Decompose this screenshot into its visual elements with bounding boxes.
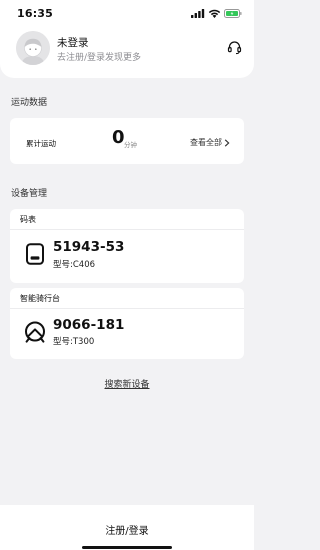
profile-card[interactable]: 未登录 去注册/登录发现更多 bbox=[0, 22, 254, 78]
sport-total-unit: 分钟 bbox=[124, 141, 137, 149]
device-model: 型号:C406 bbox=[53, 260, 96, 270]
cellular-signal-icon bbox=[191, 8, 205, 18]
devices-section-title: 设备管理 bbox=[11, 189, 48, 199]
device-type-label: 智能骑行台 bbox=[20, 294, 60, 303]
battery-icon bbox=[224, 8, 242, 18]
device-model: 型号:T300 bbox=[53, 337, 95, 347]
wifi-icon bbox=[208, 9, 221, 18]
profile-name[interactable]: 未登录 bbox=[57, 35, 89, 50]
sport-total-label: 累计运动 bbox=[26, 139, 56, 148]
register-login-button[interactable]: 注册/登录 bbox=[0, 522, 254, 537]
search-new-device-link[interactable]: 搜索新设备 bbox=[0, 377, 254, 390]
bottom-bar[interactable]: 注册/登录 bbox=[0, 505, 254, 550]
profile-subtitle[interactable]: 去注册/登录发现更多 bbox=[57, 50, 141, 63]
status-bar: 16:35 bbox=[0, 0, 254, 22]
sport-section-title: 运动数据 bbox=[11, 98, 48, 108]
device-card[interactable]: 智能骑行台 9066-181 型号:T300 bbox=[10, 288, 244, 359]
card-divider bbox=[10, 308, 244, 309]
chevron-right-icon bbox=[224, 138, 230, 147]
card-divider bbox=[10, 229, 244, 230]
bike-computer-icon bbox=[26, 243, 44, 265]
device-type-label: 码表 bbox=[20, 215, 36, 224]
home-indicator bbox=[82, 546, 172, 549]
status-time: 16:35 bbox=[17, 7, 54, 20]
view-all-label: 查看全部 bbox=[190, 138, 222, 147]
status-icons bbox=[191, 8, 242, 18]
view-all-link[interactable]: 查看全部 bbox=[190, 137, 230, 148]
sport-summary-card: 累计运动 0 分钟 查看全部 bbox=[10, 118, 244, 164]
default-avatar-icon bbox=[16, 31, 50, 65]
headset-icon[interactable] bbox=[227, 40, 242, 55]
avatar[interactable] bbox=[16, 31, 50, 65]
device-id: 51943-53 bbox=[53, 239, 125, 255]
smart-trainer-icon bbox=[25, 321, 45, 343]
sport-total-value: 0 bbox=[112, 127, 125, 148]
device-id: 9066-181 bbox=[53, 317, 125, 333]
search-new-device-label[interactable]: 搜索新设备 bbox=[104, 380, 149, 390]
device-card[interactable]: 码表 51943-53 型号:C406 bbox=[10, 209, 244, 283]
